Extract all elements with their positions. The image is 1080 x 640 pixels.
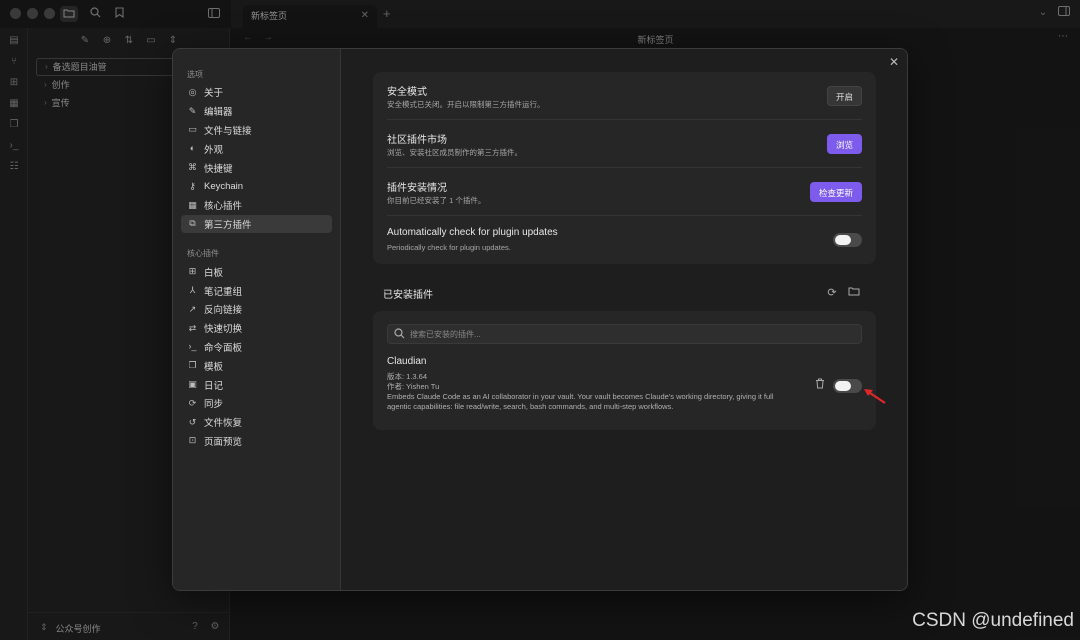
sidebar-item[interactable]: ▦ 核心插件 xyxy=(181,196,332,215)
calendar-day-icon: ▣ xyxy=(188,379,197,390)
sidebar-item-label: 白板 xyxy=(204,267,224,279)
plugin-name: Claudian xyxy=(387,356,427,367)
settings-content: ✕ 安全模式 安全模式已关闭。开启以限制第三方插件运行。 开启 社区插件市场 浏… xyxy=(341,49,907,590)
link-icon: ↗ xyxy=(188,303,197,314)
history-icon: ↺ xyxy=(188,416,197,427)
setting-desc: 浏览、安装社区成员制作的第三方插件。 xyxy=(387,148,522,157)
sidebar-item[interactable]: ⅄ 笔记重组 xyxy=(181,281,332,300)
close-icon[interactable]: ✕ xyxy=(887,55,901,69)
copy-icon: ❐ xyxy=(188,360,197,371)
sidebar-item-label: 第三方插件 xyxy=(204,219,252,231)
core-plugins-header: 核心插件 xyxy=(187,249,219,259)
community-market-setting: 社区插件市场 浏览、安装社区成员制作的第三方插件。 浏览 xyxy=(387,120,862,168)
sidebar-item[interactable]: ❐ 模板 xyxy=(181,356,332,375)
sync-icon: ⟳ xyxy=(188,397,197,408)
watermark: CSDN @undefined xyxy=(912,610,1074,631)
switch-icon: ⇄ xyxy=(188,322,197,333)
sidebar-item[interactable]: ▣ 日记 xyxy=(181,375,332,394)
sidebar-item[interactable]: ⟳ 同步 xyxy=(181,394,332,413)
setting-desc: 安全模式已关闭。开启以限制第三方插件运行。 xyxy=(387,100,545,109)
merge-icon: ⅄ xyxy=(189,285,196,296)
check-updates-button[interactable]: 检查更新 xyxy=(809,182,862,202)
plugin-settings-group: 安全模式 安全模式已关闭。开启以限制第三方插件运行。 开启 社区插件市场 浏览、… xyxy=(373,72,876,264)
sidebar-item-label: 文件恢复 xyxy=(204,418,243,430)
sidebar-item-label: 笔记重组 xyxy=(204,286,243,298)
app-window: ▤ ⑂ ⊞ ▦ ❐ ›_ ☷ ✎ ⊕ ⇅ ▭ ⇕ › 备选题目油管 › 创作 › xyxy=(0,0,1080,640)
calendar-icon: ▦ xyxy=(188,199,197,210)
reload-icon[interactable]: ⟳ xyxy=(825,286,839,300)
plugin-search xyxy=(387,324,862,344)
pencil-icon: ✎ xyxy=(188,105,197,116)
sidebar-item[interactable]: ⧉ 第三方插件 xyxy=(181,214,332,234)
sidebar-item[interactable]: ▭ 文件与链接 xyxy=(181,121,332,140)
settings-modal: 选项 ◎ 关于 ✎ 编辑器 ▭ 文件与链接 ◐ 外观 ⌘ 快捷键 ⚷ Keychain ▦ 核心插件 ⧉ 第三… xyxy=(172,48,908,591)
setting-name: 社区插件市场 xyxy=(387,135,447,146)
sidebar-item-label: 关于 xyxy=(204,88,224,100)
setting-name: 插件安装情况 xyxy=(387,183,447,194)
auto-check-setting: Automatically check for plugin updates P… xyxy=(387,216,862,264)
command-icon: ⌘ xyxy=(188,162,197,173)
browse-button[interactable]: 浏览 xyxy=(826,134,862,154)
plugin-installs-setting: 插件安装情况 你目前已经安装了 1 个插件。 检查更新 xyxy=(387,168,862,216)
canvas-icon: ⊞ xyxy=(188,266,197,277)
setting-name: 安全模式 xyxy=(387,87,427,98)
sidebar-item-label: 快捷键 xyxy=(204,163,233,175)
setting-desc: 你目前已经安装了 1 个插件。 xyxy=(387,196,486,205)
sidebar-item-label: 反向链接 xyxy=(204,305,243,317)
folder-cog-icon: ▭ xyxy=(188,124,197,135)
annotation-arrow-icon xyxy=(864,389,886,404)
sidebar-item[interactable]: ↺ 文件恢复 xyxy=(181,413,332,432)
toggle-knob xyxy=(835,381,851,391)
terminal-icon: ›_ xyxy=(188,341,197,352)
sidebar-item[interactable]: ⌘ 快捷键 xyxy=(181,158,332,177)
plugin-enable-toggle[interactable] xyxy=(833,379,862,393)
plugin-author: 作者: Yishen Tu xyxy=(387,382,440,391)
sidebar-item[interactable]: ›_ 命令面板 xyxy=(181,338,332,357)
auto-check-toggle[interactable] xyxy=(833,233,862,247)
search-icon xyxy=(394,328,406,340)
sidebar-item[interactable]: ⊡ 页面预览 xyxy=(181,432,332,451)
sidebar-item-label: 编辑器 xyxy=(204,107,233,119)
sidebar-item-label: 文件与链接 xyxy=(204,125,252,137)
sidebar-item-label: 命令面板 xyxy=(204,342,243,354)
settings-sidebar: 选项 ◎ 关于 ✎ 编辑器 ▭ 文件与链接 ◐ 外观 ⌘ 快捷键 ⚷ Keychain ▦ 核心插件 ⧉ 第三… xyxy=(173,49,341,590)
safe-mode-setting: 安全模式 安全模式已关闭。开启以限制第三方插件运行。 开启 xyxy=(387,72,862,120)
plugin-search-input[interactable] xyxy=(410,325,850,343)
sidebar-item[interactable]: ✎ 编辑器 xyxy=(181,102,332,121)
key-icon: ⚷ xyxy=(189,180,196,191)
enable-safe-mode-button[interactable]: 开启 xyxy=(826,86,862,106)
sidebar-item-label: 日记 xyxy=(204,380,224,392)
plugin-item: Claudian 版本: 1.3.64 作者: Yishen Tu Embeds… xyxy=(387,356,862,412)
sidebar-item-label: 快速切换 xyxy=(204,324,243,336)
palette-icon: ◐ xyxy=(189,143,196,154)
user-circle-icon: ◎ xyxy=(188,86,197,97)
toggle-knob xyxy=(835,235,851,245)
sidebar-item[interactable]: ⇄ 快速切换 xyxy=(181,319,332,338)
puzzle-icon: ⧉ xyxy=(189,218,196,229)
preview-icon: ⊡ xyxy=(188,435,197,446)
sidebar-item[interactable]: ◎ 关于 xyxy=(181,83,332,102)
plugin-version: 版本: 1.3.64 xyxy=(387,372,428,381)
sidebar-item-label: 模板 xyxy=(204,361,224,373)
trash-icon[interactable] xyxy=(814,378,826,390)
options-header: 选项 xyxy=(187,70,203,79)
sidebar-item-label: 外观 xyxy=(204,144,224,156)
sidebar-item[interactable]: ⊞ 白板 xyxy=(181,262,332,281)
plugin-description: Embeds Claude Code as an AI collaborator… xyxy=(387,392,774,411)
installed-plugins-title: 已安装插件 xyxy=(383,290,433,301)
sidebar-item[interactable]: ◐ 外观 xyxy=(181,139,332,158)
installed-plugins-group: Claudian 版本: 1.3.64 作者: Yishen Tu Embeds… xyxy=(373,311,876,430)
setting-name: Automatically check for plugin updates xyxy=(387,227,558,238)
setting-desc: Periodically check for plugin updates. xyxy=(387,243,511,252)
sidebar-item-label: 同步 xyxy=(204,399,224,411)
open-folder-icon[interactable] xyxy=(847,286,861,300)
sidebar-item-label: Keychain xyxy=(204,180,244,192)
sidebar-item-label: 页面预览 xyxy=(204,436,243,448)
sidebar-item[interactable]: ↗ 反向链接 xyxy=(181,300,332,319)
sidebar-item-label: 核心插件 xyxy=(204,201,243,213)
sidebar-item[interactable]: ⚷ Keychain xyxy=(181,177,332,196)
